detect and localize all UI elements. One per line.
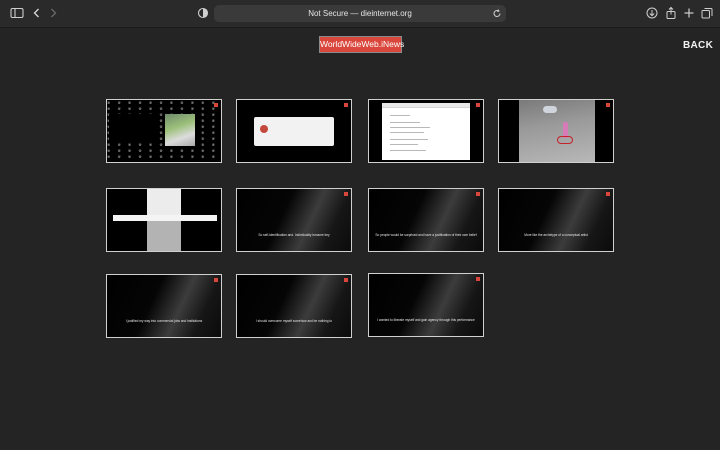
address-text: Not Secure — dieinternet.org	[308, 9, 412, 18]
corner-marker	[476, 192, 480, 196]
thumbnail-photo	[165, 114, 195, 146]
text-panel	[109, 114, 153, 142]
thumbnail-card[interactable]: So self-identification and. Individualit…	[236, 188, 352, 252]
share-icon[interactable]	[663, 6, 679, 22]
avatar	[260, 125, 268, 133]
corner-marker	[214, 103, 218, 107]
corner-marker	[606, 192, 610, 196]
thumbnail-card[interactable]	[236, 99, 352, 163]
video-caption: I justified my way into commercial jobs …	[125, 319, 203, 323]
privacy-shield-icon[interactable]	[195, 6, 211, 22]
video-caption: I wanted to liberate myself and gain age…	[377, 318, 475, 322]
corner-marker	[344, 278, 348, 282]
video-caption: So self-identification and. Individualit…	[258, 233, 330, 237]
plus-icon[interactable]	[681, 6, 697, 22]
thumbnail-card[interactable]: I justified my way into commercial jobs …	[106, 274, 222, 338]
browser-toolbar: Not Secure — dieinternet.org	[0, 0, 720, 28]
webpage-header	[147, 189, 181, 215]
corner-marker	[214, 278, 218, 282]
thumbnail-card[interactable]	[498, 99, 614, 163]
thumbnail-card[interactable]: ※ ※ ※ ※ ※ ※ ※ ※ ※ ※ ※ ※ ※ ※ ※ ※ ※ ※ ※ ※ …	[106, 99, 222, 163]
corner-marker	[344, 103, 348, 107]
tabs-overview-icon[interactable]	[699, 6, 715, 22]
corner-marker	[606, 103, 610, 107]
video-caption: More like the archetype of a conceptual …	[524, 233, 588, 237]
text-band	[113, 215, 217, 221]
thumbnail-card[interactable]	[368, 99, 484, 163]
corner-marker	[344, 192, 348, 196]
thumbnail-card[interactable]: I wanted to liberate myself and gain age…	[368, 273, 484, 337]
sidebar-icon[interactable]	[9, 6, 25, 22]
document-preview	[382, 103, 470, 160]
reload-icon[interactable]	[492, 5, 502, 28]
thumbnail-card[interactable]	[106, 188, 222, 252]
corner-marker	[476, 103, 480, 107]
chevron-left-icon[interactable]	[29, 6, 45, 22]
video-caption: I should overcome myself somehow and be …	[255, 319, 333, 323]
thumbnail-card[interactable]: More like the archetype of a conceptual …	[498, 188, 614, 252]
site-logo[interactable]: WorldWideWeb.iNews	[320, 37, 404, 52]
cycling-photo	[519, 100, 595, 162]
page-content: WorldWideWeb.iNews BACK ※ ※ ※ ※ ※ ※ ※ ※ …	[0, 28, 720, 450]
tweet-card	[254, 117, 334, 146]
thumbnail-card[interactable]: I should overcome myself somehow and be …	[236, 274, 352, 338]
back-link[interactable]: BACK	[683, 40, 713, 51]
video-caption: So people would be surprised and have a …	[375, 233, 477, 237]
thumbnail-card[interactable]: So people would be surprised and have a …	[368, 188, 484, 252]
download-icon[interactable]	[644, 6, 660, 22]
address-bar[interactable]: Not Secure — dieinternet.org	[214, 5, 506, 22]
chevron-right-icon[interactable]	[45, 6, 61, 22]
corner-marker	[476, 277, 480, 281]
